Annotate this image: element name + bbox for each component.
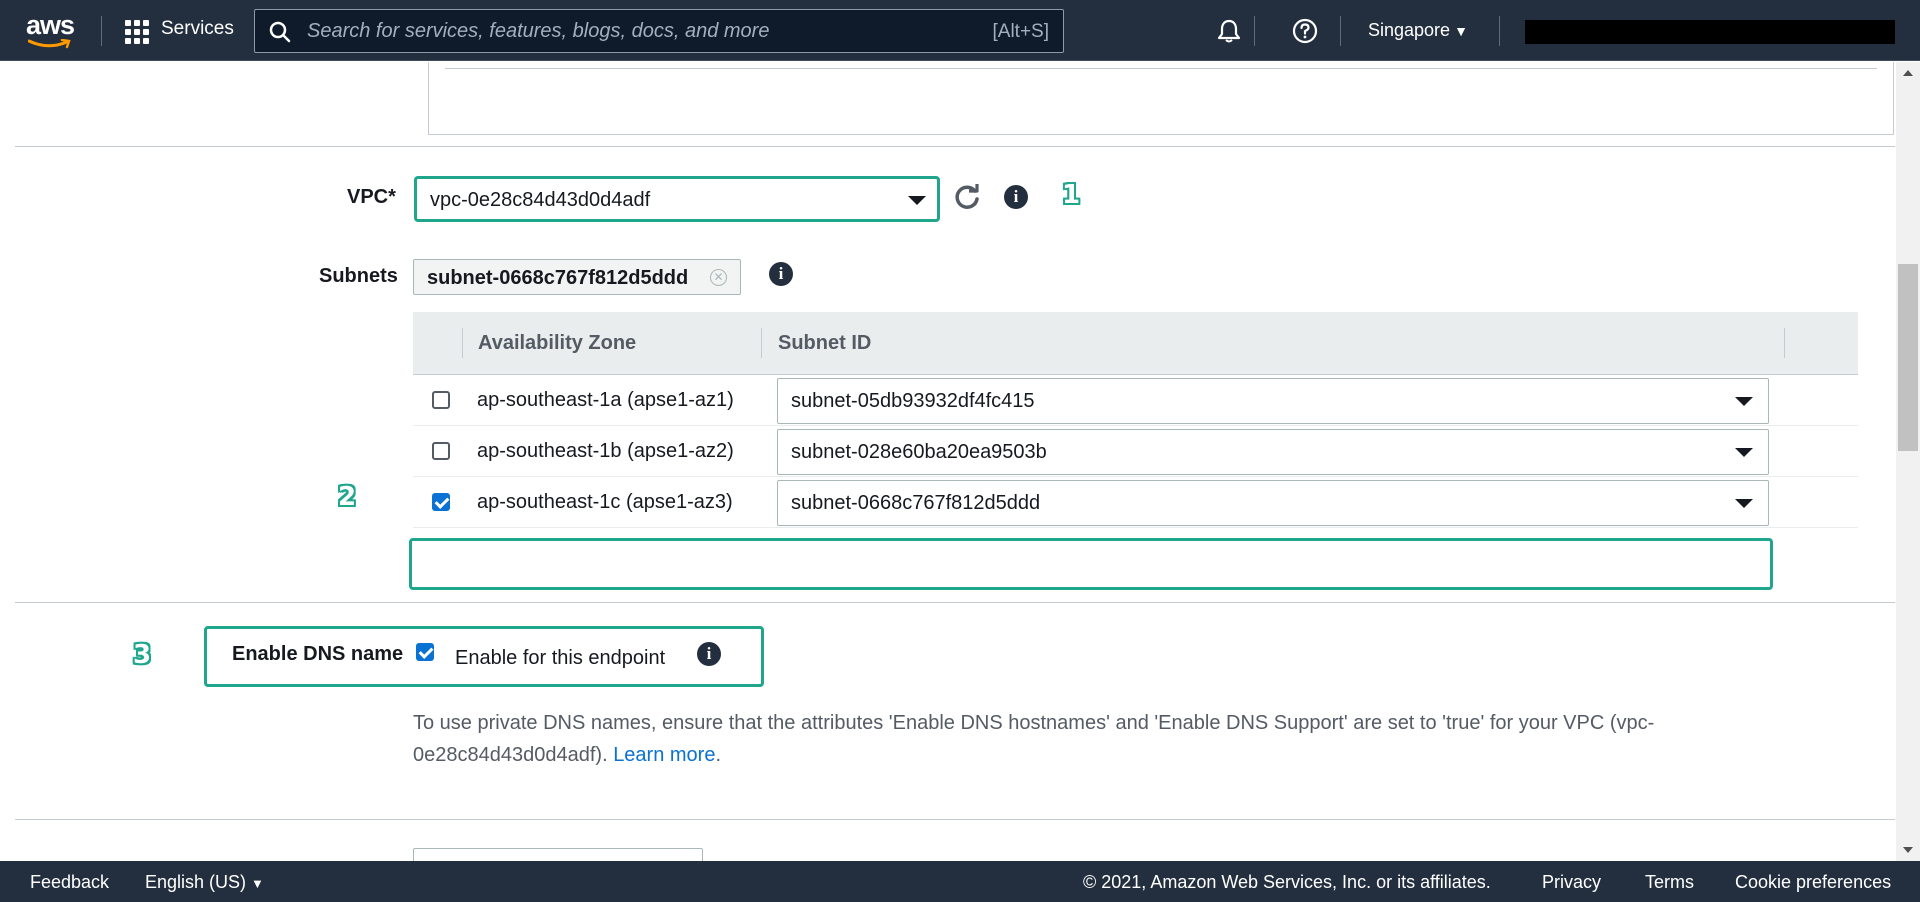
account-menu-redacted[interactable] bbox=[1525, 20, 1895, 44]
nav-divider bbox=[1340, 16, 1341, 46]
privacy-link[interactable]: Privacy bbox=[1542, 872, 1601, 893]
remove-token-icon[interactable]: ✕ bbox=[710, 269, 727, 286]
vpc-select-value: vpc-0e28c84d43d0d4adf bbox=[430, 189, 651, 211]
next-section-field[interactable] bbox=[413, 848, 703, 861]
enable-dns-label: Enable DNS name bbox=[232, 643, 404, 665]
column-header-subnet-id: Subnet ID bbox=[778, 332, 872, 354]
availability-zone-cell: ap-southeast-1a (apse1-az1) bbox=[477, 389, 734, 411]
subnets-label: Subnets bbox=[319, 265, 398, 287]
scroll-thumb[interactable] bbox=[1898, 264, 1918, 451]
availability-zone-cell: ap-southeast-1b (apse1-az2) bbox=[477, 440, 734, 462]
terms-link[interactable]: Terms bbox=[1645, 872, 1694, 893]
subnet-id-value: subnet-0668c767f812d5ddd bbox=[791, 492, 1041, 514]
region-selector[interactable]: Singapore ▼ bbox=[1368, 20, 1468, 41]
cookie-preferences-link[interactable]: Cookie preferences bbox=[1735, 872, 1891, 893]
row-checkbox-checked[interactable] bbox=[432, 493, 450, 511]
subnet-id-select[interactable]: subnet-0668c767f812d5ddd bbox=[777, 480, 1769, 526]
subnet-token: subnet-0668c767f812d5ddd ✕ bbox=[413, 259, 741, 295]
availability-zone-cell: ap-southeast-1c (apse1-az3) bbox=[477, 491, 733, 513]
table-header: Availability Zone Subnet ID bbox=[413, 312, 1858, 375]
refresh-icon[interactable] bbox=[953, 183, 981, 211]
help-icon[interactable] bbox=[1292, 18, 1318, 44]
aws-logo[interactable]: aws bbox=[26, 10, 76, 49]
top-navigation: aws Services [Alt+S] Singapore▼ bbox=[0, 0, 1920, 61]
row-checkbox[interactable] bbox=[432, 391, 450, 409]
subnet-token-value: subnet-0668c767f812d5ddd bbox=[427, 267, 689, 289]
section-divider bbox=[15, 819, 1895, 820]
vpc-label: VPC* bbox=[347, 186, 396, 208]
enable-dns-checkbox-label[interactable]: Enable for this endpoint bbox=[455, 647, 665, 670]
vpc-info-icon[interactable]: i bbox=[1004, 185, 1028, 209]
selected-row-highlight bbox=[409, 538, 1773, 590]
services-menu-button[interactable]: Services bbox=[161, 18, 234, 40]
table-row: ap-southeast-1c (apse1-az3) subnet-0668c… bbox=[413, 477, 1858, 528]
divider bbox=[445, 68, 1877, 69]
search-box[interactable]: [Alt+S] bbox=[254, 9, 1064, 53]
section-divider bbox=[15, 146, 1895, 147]
caret-down-icon bbox=[1735, 448, 1753, 457]
step-badge-2: 2 bbox=[338, 482, 357, 512]
dns-help-text: To use private DNS names, ensure that th… bbox=[413, 707, 1713, 771]
step-badge-3: 3 bbox=[133, 640, 152, 670]
subnet-id-value: subnet-05db93932df4fc415 bbox=[791, 390, 1035, 412]
column-divider bbox=[761, 328, 762, 358]
subnets-info-icon[interactable]: i bbox=[769, 262, 793, 286]
scroll-down-arrow-icon[interactable] bbox=[1903, 847, 1913, 853]
caret-down-icon bbox=[1735, 499, 1753, 508]
bell-icon[interactable] bbox=[1216, 18, 1242, 44]
column-divider bbox=[462, 328, 463, 358]
column-divider bbox=[1784, 328, 1785, 358]
caret-down-icon: ▼ bbox=[251, 876, 264, 891]
caret-down-icon bbox=[908, 196, 926, 205]
dns-info-icon[interactable]: i bbox=[697, 642, 721, 666]
language-label: English (US) bbox=[145, 872, 247, 892]
search-shortcut-hint: [Alt+S] bbox=[992, 21, 1050, 42]
language-selector[interactable]: English (US) ▼ bbox=[145, 872, 264, 893]
row-checkbox[interactable] bbox=[432, 442, 450, 460]
step-badge-1: 1 bbox=[1062, 180, 1081, 210]
column-header-availability-zone: Availability Zone bbox=[478, 332, 637, 354]
subnet-id-select[interactable]: subnet-05db93932df4fc415 bbox=[777, 378, 1769, 424]
caret-down-icon: ▼ bbox=[1454, 23, 1468, 39]
nav-divider bbox=[101, 16, 102, 46]
enable-dns-group: Enable DNS name Enable for this endpoint… bbox=[204, 626, 764, 687]
region-label: Singapore bbox=[1368, 20, 1451, 40]
section-divider bbox=[15, 602, 1895, 603]
services-grid-icon[interactable] bbox=[125, 20, 149, 44]
caret-down-icon bbox=[1735, 397, 1753, 406]
scroll-up-arrow-icon[interactable] bbox=[1903, 70, 1913, 76]
learn-more-link[interactable]: Learn more bbox=[613, 744, 715, 766]
enable-dns-checkbox[interactable] bbox=[416, 643, 434, 661]
footer: Feedback English (US) ▼ © 2021, Amazon W… bbox=[0, 861, 1920, 902]
table-row: ap-southeast-1a (apse1-az1) subnet-05db9… bbox=[413, 375, 1858, 426]
copyright-text: © 2021, Amazon Web Services, Inc. or its… bbox=[1083, 872, 1491, 892]
aws-smile-icon bbox=[28, 39, 71, 49]
nav-divider bbox=[1499, 16, 1500, 46]
previous-section-box bbox=[428, 62, 1894, 135]
nav-divider bbox=[1254, 16, 1255, 46]
subnet-id-value: subnet-028e60ba20ea9503b bbox=[791, 441, 1047, 463]
feedback-link[interactable]: Feedback bbox=[30, 872, 109, 893]
period: . bbox=[715, 744, 722, 766]
aws-logo-text: aws bbox=[26, 10, 75, 40]
subnet-id-select[interactable]: subnet-028e60ba20ea9503b bbox=[777, 429, 1769, 475]
table-row: ap-southeast-1b (apse1-az2) subnet-028e6… bbox=[413, 426, 1858, 477]
dns-help-description: To use private DNS names, ensure that th… bbox=[413, 712, 1655, 766]
search-icon bbox=[269, 21, 291, 43]
vertical-scrollbar[interactable] bbox=[1896, 62, 1920, 861]
search-input[interactable] bbox=[307, 16, 907, 46]
vpc-select[interactable]: vpc-0e28c84d43d0d4adf bbox=[414, 176, 940, 222]
main-content: VPC* vpc-0e28c84d43d0d4adf i 1 Subnets s… bbox=[0, 62, 1920, 861]
